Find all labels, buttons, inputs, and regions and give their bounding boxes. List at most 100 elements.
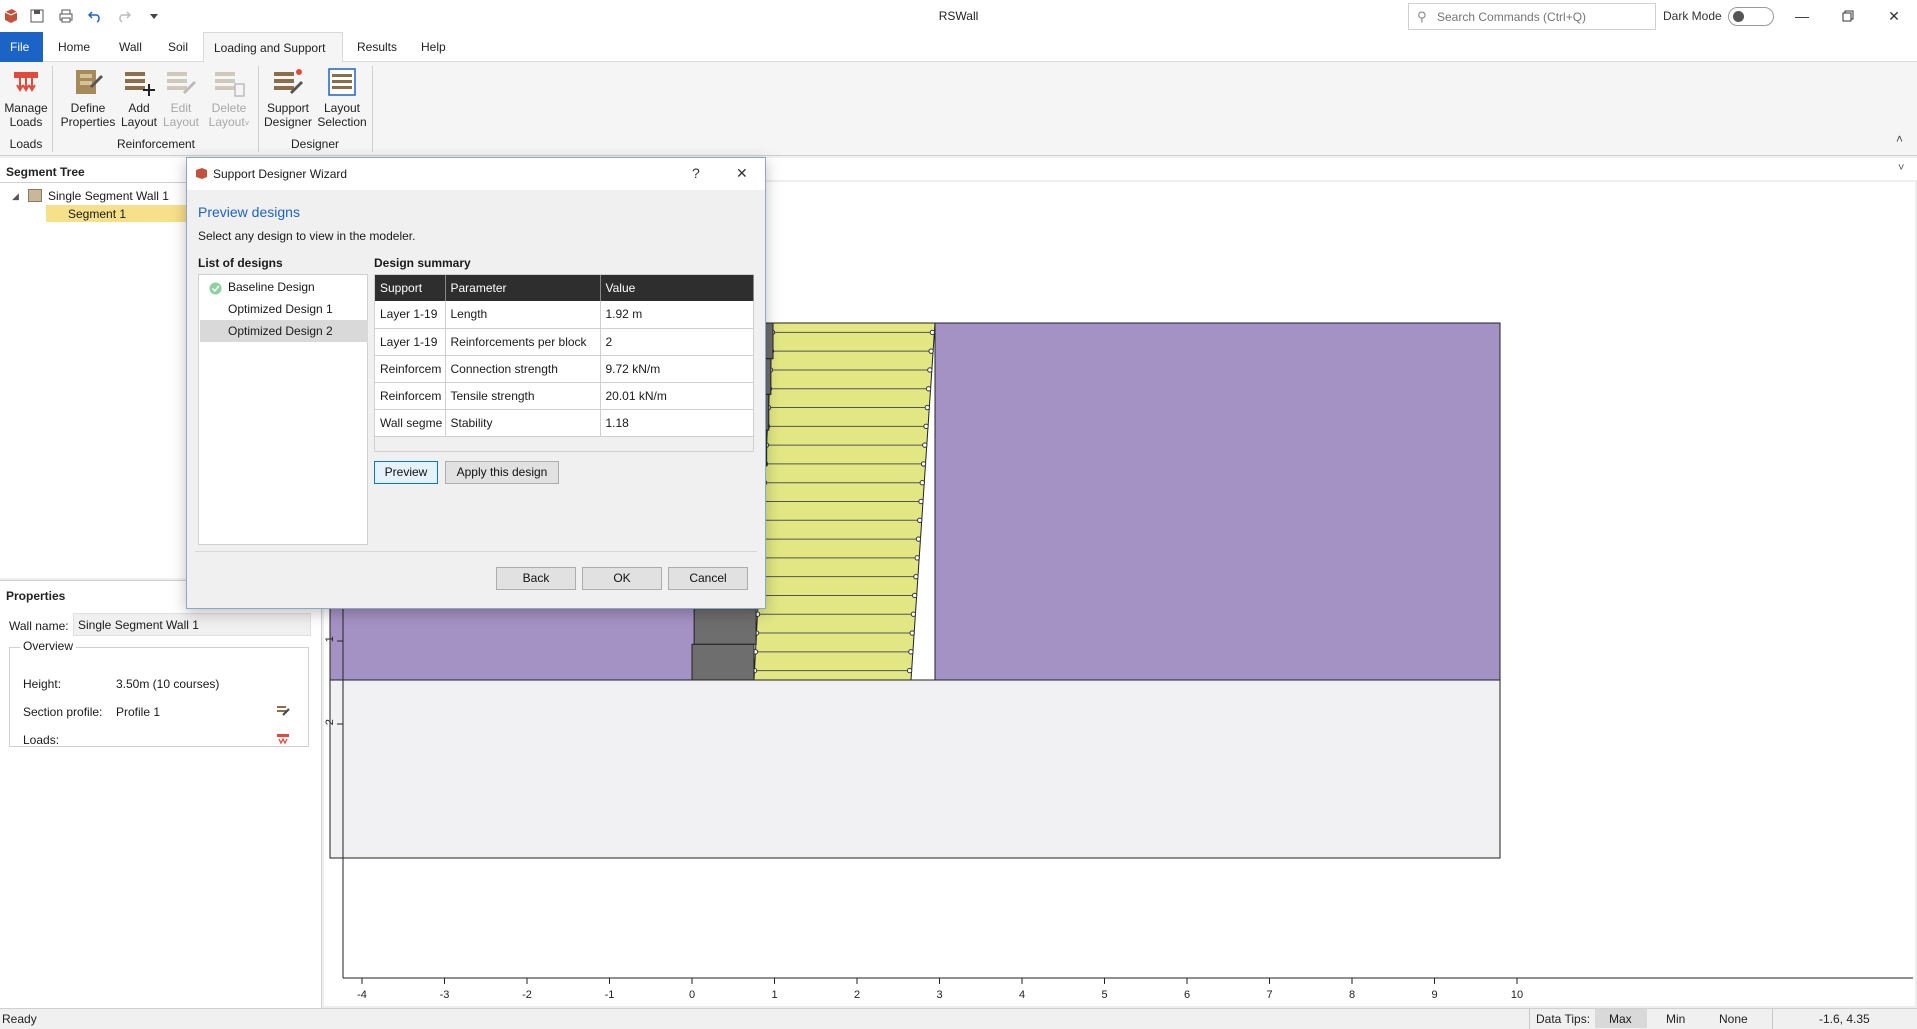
redo-icon[interactable] <box>115 7 133 25</box>
foundation-soil <box>329 679 1501 859</box>
cell-parameter: Tensile strength <box>445 382 601 410</box>
tab-file[interactable]: File <box>0 32 43 62</box>
design-item-baseline[interactable]: Baseline Design <box>200 276 368 298</box>
tab-loading-and-support[interactable]: Loading and Support <box>203 32 343 63</box>
search-box[interactable]: ⚲ <box>1408 3 1656 30</box>
minimize-button[interactable]: — <box>1779 0 1825 32</box>
apply-this-design-button[interactable]: Apply this design <box>445 461 559 484</box>
define-properties-icon <box>72 66 104 98</box>
table-row[interactable]: Layer 1-19 Length 1.92 m <box>375 301 754 329</box>
tree-item-segment-selected[interactable]: Segment 1 <box>46 205 188 222</box>
tab-help[interactable]: Help <box>411 32 456 62</box>
y-tick-label: -2 <box>324 719 336 729</box>
data-tips-min-button[interactable]: Min <box>1666 1012 1685 1026</box>
table-row[interactable]: Wall segme Stability 1.18 <box>375 409 754 437</box>
support-designer-button[interactable]: Support Designer <box>262 66 314 129</box>
loads-edit-icon[interactable] <box>276 733 290 748</box>
cell-parameter: Connection strength <box>445 355 601 383</box>
ribbon-tab-bar: File Home Wall Soil Loading and Support … <box>0 32 1917 63</box>
dialog-close-button[interactable]: ✕ <box>736 165 748 182</box>
dialog-title: Support Designer Wizard <box>213 167 348 181</box>
reinforcement-node <box>919 480 925 486</box>
cell-support: Layer 1-19 <box>375 328 446 356</box>
wall-name-field[interactable]: Single Segment Wall 1 <box>73 613 311 636</box>
dialog-help-button[interactable]: ? <box>692 165 700 181</box>
edit-profile-icon[interactable] <box>276 703 290 720</box>
edit-layout-icon <box>165 66 197 98</box>
tree-expand-icon[interactable]: ◢ <box>12 191 19 202</box>
save-icon[interactable] <box>28 7 46 25</box>
reinforcement-node <box>914 555 920 561</box>
tab-wall[interactable]: Wall <box>109 32 152 62</box>
reinforcement-node <box>927 367 933 373</box>
design-item-optimized-1[interactable]: Optimized Design 1 <box>200 298 368 320</box>
ok-button[interactable]: OK <box>582 567 662 590</box>
status-ready: Ready <box>2 1012 37 1026</box>
cell-support: Wall segme <box>375 409 446 437</box>
table-row[interactable]: Reinforcem Tensile strength 20.01 kN/m <box>375 382 754 410</box>
cell-parameter: Length <box>445 301 601 329</box>
support-designer-wizard-dialog: Support Designer Wizard ? ✕ Preview desi… <box>186 157 766 609</box>
data-tips-none-button[interactable]: None <box>1719 1012 1748 1026</box>
delete-layout-button[interactable]: Delete Layout˅ <box>204 66 254 131</box>
retained-soil <box>934 322 1501 681</box>
col-header-support[interactable]: Support <box>375 275 446 301</box>
reinforcement-node <box>923 423 929 430</box>
y-tick-label: -1 <box>324 636 336 646</box>
wall-block <box>691 643 755 681</box>
app-logo-icon <box>2 7 20 25</box>
table-row[interactable]: Reinforcem Connection strength 9.72 kN/m <box>375 355 754 383</box>
group-label-reinforcement: Reinforcement <box>116 137 196 151</box>
overview-group <box>9 647 309 747</box>
undo-icon[interactable] <box>86 7 104 25</box>
x-tick-label: 5 <box>1101 989 1107 1001</box>
cancel-button[interactable]: Cancel <box>668 567 748 590</box>
restore-icon <box>1842 10 1854 22</box>
height-label: Height: <box>23 677 62 691</box>
reinforcement-node <box>915 536 922 542</box>
dark-mode-toggle[interactable] <box>1728 7 1774 26</box>
x-tick-label: 9 <box>1431 989 1437 1001</box>
col-header-parameter[interactable]: Parameter <box>445 275 601 301</box>
wall-icon <box>28 189 42 202</box>
restore-button[interactable] <box>1825 0 1871 32</box>
table-row[interactable]: Layer 1-19 Reinforcements per block 2 <box>375 328 754 356</box>
define-properties-button[interactable]: Define Properties <box>58 66 118 129</box>
design-item-optimized-2[interactable]: Optimized Design 2 <box>200 320 368 342</box>
x-tick-label: -1 <box>605 989 615 1001</box>
cell-support: Layer 1-19 <box>375 301 446 329</box>
reinforcement-node <box>910 611 917 617</box>
col-header-value[interactable]: Value <box>600 275 754 301</box>
x-tick-label: 6 <box>1184 989 1190 1001</box>
close-window-button[interactable]: ✕ <box>1871 0 1917 32</box>
x-tick-label: 3 <box>936 989 942 1001</box>
layout-selection-button[interactable]: Layout Selection <box>316 66 368 129</box>
dark-mode-label: Dark Mode <box>1663 9 1722 23</box>
customize-toolbar-icon[interactable] <box>145 7 163 25</box>
reinforcement-node <box>929 329 936 336</box>
tab-soil[interactable]: Soil <box>158 32 198 62</box>
reinforcement-node <box>924 404 931 411</box>
add-layout-button[interactable]: Add Layout <box>119 66 159 129</box>
edit-layout-button[interactable]: Edit Layout <box>160 66 202 129</box>
reinforcement-node <box>917 517 923 523</box>
ribbon: Manage Loads Loads Define Properties Add… <box>0 62 1917 156</box>
data-tips-max-button[interactable]: Max <box>1595 1009 1647 1028</box>
cell-value: 2 <box>600 328 754 356</box>
x-tick-label: -2 <box>522 989 532 1001</box>
preview-button[interactable]: Preview <box>374 461 438 484</box>
search-input[interactable] <box>1437 8 1647 26</box>
collapse-ribbon-icon[interactable]: ˄ <box>1896 132 1903 146</box>
tab-results[interactable]: Results <box>347 32 407 62</box>
cell-value: 9.72 kN/m <box>600 355 754 383</box>
properties-panel: Properties Wall name: Single Segment Wal… <box>0 580 322 1008</box>
cell-support: Reinforcem <box>375 355 446 383</box>
tree-item-wall[interactable]: Single Segment Wall 1 <box>48 189 169 203</box>
back-button[interactable]: Back <box>496 567 576 590</box>
tab-home[interactable]: Home <box>48 32 100 62</box>
x-tick-label: 1 <box>771 989 777 1001</box>
manage-loads-button[interactable]: Manage Loads <box>4 66 48 129</box>
cell-parameter: Reinforcements per block <box>445 328 601 356</box>
print-icon[interactable] <box>57 7 75 25</box>
reinforcement-node <box>920 461 927 467</box>
